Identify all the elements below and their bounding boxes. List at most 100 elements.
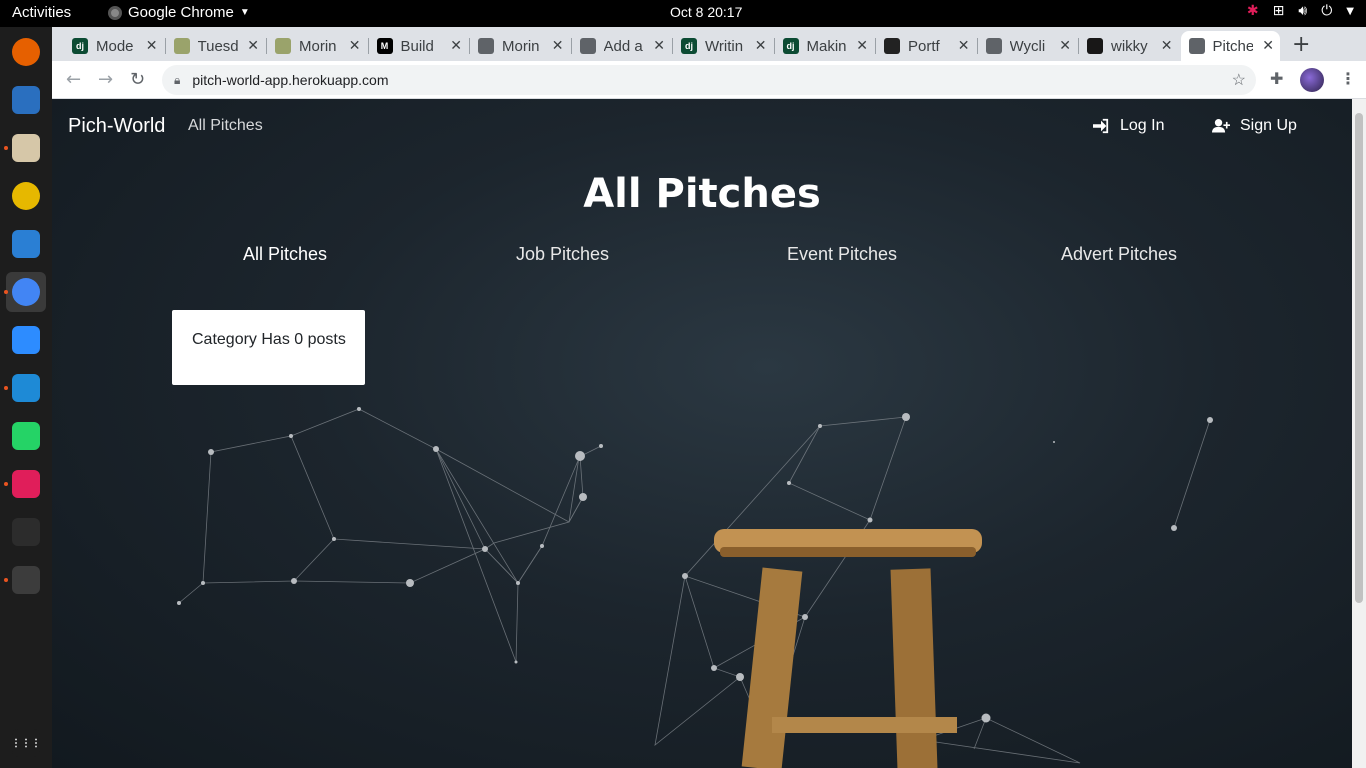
new-tab-button[interactable]: + xyxy=(1292,32,1310,57)
login-link[interactable]: Log In xyxy=(1092,117,1164,135)
browser-tab[interactable]: Tuesd ✕ xyxy=(166,31,266,61)
tab-favicon-icon xyxy=(1188,38,1205,54)
address-bar[interactable]: 🔒︎ pitch-world-app.herokuapp.com ☆ xyxy=(162,65,1256,95)
dock-item[interactable] xyxy=(6,32,46,72)
tab-title: Build xyxy=(400,37,434,55)
tab-title: Mode xyxy=(96,37,134,55)
tab-favicon-icon xyxy=(985,38,1002,54)
network-icon[interactable]: ⊞ xyxy=(1273,3,1285,19)
dock-item[interactable] xyxy=(6,176,46,216)
browser-tab[interactable]: dj Makin ✕ xyxy=(775,31,875,61)
dock-item[interactable] xyxy=(6,128,46,168)
signup-link[interactable]: Sign Up xyxy=(1212,117,1297,135)
running-indicator xyxy=(4,146,8,150)
tab-separator xyxy=(266,38,267,54)
running-indicator xyxy=(4,290,8,294)
menu-icon[interactable]: ⋮ xyxy=(1340,69,1356,88)
tab-favicon-icon: dj xyxy=(72,38,88,54)
chrome-icon xyxy=(12,278,40,306)
tab-close-icon[interactable]: ✕ xyxy=(1161,37,1173,54)
clock[interactable]: Oct 8 20:17 xyxy=(670,4,742,20)
tab-favicon-icon xyxy=(1087,38,1103,54)
tab-close-icon[interactable]: ✕ xyxy=(1059,37,1071,54)
browser-tab[interactable]: dj Writin ✕ xyxy=(673,31,773,61)
tab-favicon-icon xyxy=(173,38,190,54)
system-tray[interactable]: ✱ ⊞ 🔊︎ ⏻ ▼ xyxy=(1247,3,1354,19)
power-icon[interactable]: ⏻ xyxy=(1321,3,1332,19)
tab-close-icon[interactable]: ✕ xyxy=(856,37,868,54)
back-button[interactable]: ← xyxy=(66,69,81,90)
forward-button[interactable]: → xyxy=(98,69,113,90)
profile-avatar[interactable] xyxy=(1300,68,1324,92)
dock-item[interactable] xyxy=(6,320,46,360)
browser-tab[interactable]: Portf ✕ xyxy=(876,31,976,61)
dock-item[interactable] xyxy=(6,512,46,552)
volume-icon[interactable]: 🔊︎ xyxy=(1298,3,1307,19)
tab-title: Morin xyxy=(299,37,337,55)
dock-item[interactable]: ⋮⋮⋮ xyxy=(6,723,46,763)
figma-icon xyxy=(12,518,40,546)
activities-button[interactable]: Activities xyxy=(12,4,71,21)
dock-item[interactable] xyxy=(6,80,46,120)
signup-label: Sign Up xyxy=(1240,117,1297,134)
tab-favicon-icon xyxy=(275,38,291,54)
category-all-pitches[interactable]: All Pitches xyxy=(243,244,327,265)
tab-title: Tuesd xyxy=(197,37,238,55)
tab-close-icon[interactable]: ✕ xyxy=(247,37,259,54)
dock-item[interactable] xyxy=(6,224,46,264)
slack-tray-icon[interactable]: ✱ xyxy=(1247,3,1259,19)
browser-tab[interactable]: Morin ✕ xyxy=(267,31,367,61)
tab-title: Makin xyxy=(806,37,847,55)
tab-close-icon[interactable]: ✕ xyxy=(450,37,462,54)
site-brand[interactable]: Pich-World xyxy=(68,115,165,138)
tab-close-icon[interactable]: ✕ xyxy=(349,37,361,54)
browser-tab[interactable]: M Build ✕ xyxy=(369,31,469,61)
caret-down-icon: ▼ xyxy=(239,7,250,18)
tab-close-icon[interactable]: ✕ xyxy=(653,37,665,54)
category-advert-pitches[interactable]: Advert Pitches xyxy=(1061,244,1177,265)
dock-item[interactable] xyxy=(6,560,46,600)
libreoffice-writer-icon xyxy=(12,230,40,258)
tab-favicon-icon: M xyxy=(376,38,393,54)
dock-item[interactable] xyxy=(6,368,46,408)
dock-item[interactable] xyxy=(6,416,46,456)
browser-tab[interactable]: dj Mode ✕ xyxy=(64,31,164,61)
dock-item[interactable] xyxy=(6,464,46,504)
web-page: Pich-World All Pitches Log In Sign Up Al… xyxy=(52,99,1352,768)
sign-in-icon xyxy=(1093,118,1109,134)
app-menu-label: Google Chrome xyxy=(128,4,234,21)
tab-separator xyxy=(367,38,369,54)
tab-close-icon[interactable]: ✕ xyxy=(755,37,767,54)
nav-all-pitches[interactable]: All Pitches xyxy=(188,117,263,135)
reload-button[interactable]: ↻ xyxy=(130,69,145,90)
lock-icon[interactable]: 🔒︎ xyxy=(174,73,180,88)
extensions-icon[interactable]: ✚ xyxy=(1270,69,1283,88)
browser-tab[interactable]: Add a ✕ xyxy=(572,31,672,61)
tab-title: Pitche xyxy=(1212,37,1253,55)
chevron-down-icon[interactable]: ▼ xyxy=(1346,6,1354,17)
browser-tab[interactable]: wikky ✕ xyxy=(1079,31,1179,61)
tab-close-icon[interactable]: ✕ xyxy=(958,37,970,54)
category-event-pitches[interactable]: Event Pitches xyxy=(787,244,897,265)
vscode-icon xyxy=(12,374,40,402)
tab-separator xyxy=(1078,38,1079,54)
browser-toolbar: ← → ↻ 🔒︎ pitch-world-app.herokuapp.com ☆… xyxy=(52,61,1366,99)
browser-tab[interactable]: Pitche ✕ xyxy=(1180,31,1280,61)
bookmark-star-icon[interactable]: ☆ xyxy=(1232,70,1246,90)
tab-separator xyxy=(875,38,876,54)
scrollbar-thumb[interactable] xyxy=(1355,113,1363,603)
whatsapp-icon xyxy=(12,422,40,450)
tab-close-icon[interactable]: ✕ xyxy=(146,37,158,54)
tab-close-icon[interactable]: ✕ xyxy=(552,37,564,54)
page-scrollbar[interactable] xyxy=(1352,99,1366,768)
app-menu[interactable]: Google Chrome ▼ xyxy=(108,4,250,21)
category-job-pitches[interactable]: Job Pitches xyxy=(516,244,609,265)
browser-tab[interactable]: Wycli ✕ xyxy=(978,31,1078,61)
browser-tab[interactable]: Morin ✕ xyxy=(470,31,570,61)
tab-close-icon[interactable]: ✕ xyxy=(1262,37,1274,54)
tab-title: wikky xyxy=(1111,37,1148,55)
user-plus-icon xyxy=(1212,119,1230,133)
chrome-small-icon xyxy=(108,5,122,20)
url-text[interactable]: pitch-world-app.herokuapp.com xyxy=(192,72,388,88)
dock-item[interactable] xyxy=(6,272,46,312)
